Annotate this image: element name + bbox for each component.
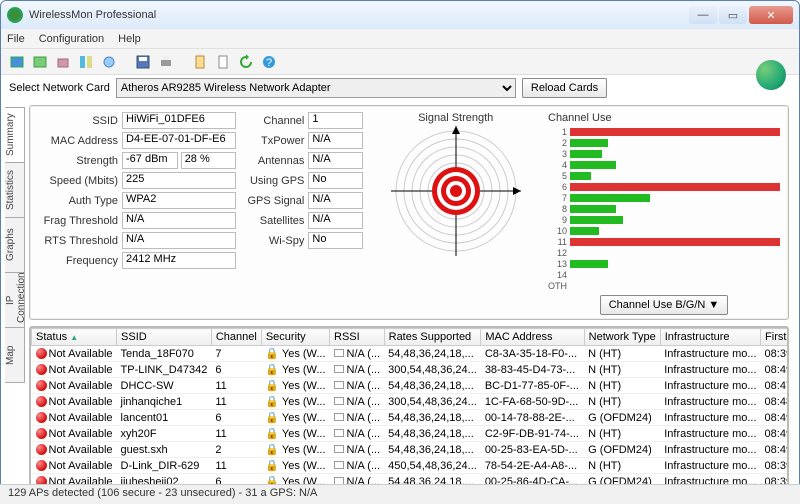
frag-value: N/A bbox=[122, 212, 236, 229]
status-bar: 129 APs detected (106 secure - 23 unsecu… bbox=[0, 484, 800, 504]
frag-label: Frag Threshold bbox=[38, 215, 118, 227]
ssid-label: SSID bbox=[38, 115, 118, 127]
strength-label: Strength bbox=[38, 155, 118, 167]
signal-strength-title: Signal Strength bbox=[418, 112, 493, 124]
col-channel[interactable]: Channel bbox=[211, 329, 261, 346]
app-icon bbox=[7, 7, 23, 23]
speed-value: 225 bbox=[122, 172, 236, 189]
rts-value: N/A bbox=[122, 232, 236, 249]
close-button[interactable]: ✕ bbox=[749, 6, 793, 24]
menu-configuration[interactable]: Configuration bbox=[39, 33, 104, 45]
auth-label: Auth Type bbox=[38, 195, 118, 207]
channel-use-chart: 1234567891011121314OTH bbox=[548, 126, 780, 291]
channel-use-dropdown[interactable]: Channel Use B/G/N ▼ bbox=[600, 295, 729, 315]
channel-label: Channel bbox=[244, 115, 304, 127]
gpssignal-label: GPS Signal bbox=[244, 195, 304, 207]
speed-label: Speed (Mbits) bbox=[38, 175, 118, 187]
wispy-label: Wi-Spy bbox=[244, 235, 304, 247]
tool-2-icon[interactable] bbox=[30, 52, 50, 72]
col-status[interactable]: Status ▲ bbox=[32, 329, 117, 346]
refresh-icon[interactable] bbox=[236, 52, 256, 72]
txpower-value: N/A bbox=[308, 132, 363, 149]
tool-5-icon[interactable] bbox=[99, 52, 119, 72]
reload-cards-button[interactable]: Reload Cards bbox=[522, 78, 607, 98]
col-ssid[interactable]: SSID bbox=[117, 329, 212, 346]
save-icon[interactable] bbox=[133, 52, 153, 72]
titlebar: WirelessMon Professional — ▭ ✕ bbox=[1, 1, 799, 29]
table-row[interactable]: Not AvailableDHCC-SW11🔒 Yes (W...N/A (..… bbox=[32, 378, 789, 394]
col-first-ti[interactable]: First Ti bbox=[761, 329, 788, 346]
tool-1-icon[interactable] bbox=[7, 52, 27, 72]
antennas-label: Antennas bbox=[244, 155, 304, 167]
ap-grid[interactable]: Status ▲SSIDChannelSecurityRSSIRates Sup… bbox=[30, 327, 788, 491]
table-row[interactable]: Not Availableguest.sxh2🔒 Yes (W...N/A (.… bbox=[32, 442, 789, 458]
table-row[interactable]: Not Availablexyh20F11🔒 Yes (W...N/A (...… bbox=[32, 426, 789, 442]
gps-value: No bbox=[308, 172, 363, 189]
col-network-type[interactable]: Network Type bbox=[584, 329, 660, 346]
menubar: File Configuration Help bbox=[1, 29, 799, 49]
doc-icon[interactable] bbox=[213, 52, 233, 72]
network-card-select[interactable]: Atheros AR9285 Wireless Network Adapter bbox=[116, 78, 516, 98]
freq-value: 2412 MHz bbox=[122, 252, 236, 269]
freq-label: Frequency bbox=[38, 255, 118, 267]
table-row[interactable]: Not AvailableD-Link_DIR-62911🔒 Yes (W...… bbox=[32, 458, 789, 474]
globe-icon bbox=[756, 60, 786, 90]
network-card-row: Select Network Card Atheros AR9285 Wirel… bbox=[1, 75, 799, 101]
strength-dbm: -67 dBm bbox=[122, 152, 178, 169]
tab-summary[interactable]: Summary bbox=[5, 107, 25, 163]
col-infrastructure[interactable]: Infrastructure bbox=[660, 329, 760, 346]
signal-radar bbox=[391, 126, 521, 256]
maximize-button[interactable]: ▭ bbox=[719, 6, 747, 24]
toolbar: ? bbox=[1, 49, 799, 75]
tab-map[interactable]: Map bbox=[5, 327, 25, 383]
table-row[interactable]: Not Availablejinhanqiche111🔒 Yes (W...N/… bbox=[32, 394, 789, 410]
col-mac-address[interactable]: MAC Address bbox=[481, 329, 584, 346]
channel-use-title: Channel Use bbox=[548, 112, 780, 124]
channel-value: 1 bbox=[308, 112, 363, 129]
print-icon[interactable] bbox=[156, 52, 176, 72]
ssid-value: HiWiFi_01DFE6 bbox=[122, 112, 236, 129]
tool-3-icon[interactable] bbox=[53, 52, 73, 72]
minimize-button[interactable]: — bbox=[689, 6, 717, 24]
clipboard-icon[interactable] bbox=[190, 52, 210, 72]
mac-label: MAC Address bbox=[38, 135, 118, 147]
txpower-label: TxPower bbox=[244, 135, 304, 147]
col-security[interactable]: Security bbox=[261, 329, 329, 346]
col-rssi[interactable]: RSSI bbox=[330, 329, 385, 346]
satellites-value: N/A bbox=[308, 212, 363, 229]
menu-file[interactable]: File bbox=[7, 33, 25, 45]
help-icon[interactable]: ? bbox=[259, 52, 279, 72]
rts-label: RTS Threshold bbox=[38, 235, 118, 247]
tab-ip-connection[interactable]: IP Connection bbox=[5, 272, 25, 328]
window-title: WirelessMon Professional bbox=[29, 9, 687, 21]
gpssignal-value: N/A bbox=[308, 192, 363, 209]
tool-4-icon[interactable] bbox=[76, 52, 96, 72]
col-rates-supported[interactable]: Rates Supported bbox=[384, 329, 481, 346]
gps-label: Using GPS bbox=[244, 175, 304, 187]
table-row[interactable]: Not Availablelancent016🔒 Yes (W...N/A (.… bbox=[32, 410, 789, 426]
antennas-value: N/A bbox=[308, 152, 363, 169]
auth-value: WPA2 bbox=[122, 192, 236, 209]
side-tabs: Summary Statistics Graphs IP Connection … bbox=[5, 107, 25, 382]
svg-text:?: ? bbox=[266, 57, 272, 69]
tab-graphs[interactable]: Graphs bbox=[5, 217, 25, 273]
table-row[interactable]: Not AvailableTP-LINK_D473426🔒 Yes (W...N… bbox=[32, 362, 789, 378]
menu-help[interactable]: Help bbox=[118, 33, 141, 45]
tab-statistics[interactable]: Statistics bbox=[5, 162, 25, 218]
wispy-value: No bbox=[308, 232, 363, 249]
satellites-label: Satellites bbox=[244, 215, 304, 227]
network-card-label: Select Network Card bbox=[9, 82, 110, 94]
strength-pct: 28 % bbox=[181, 152, 237, 169]
table-row[interactable]: Not AvailableTenda_18F0707🔒 Yes (W...N/A… bbox=[32, 346, 789, 362]
mac-value: D4-EE-07-01-DF-E6 bbox=[122, 132, 236, 149]
